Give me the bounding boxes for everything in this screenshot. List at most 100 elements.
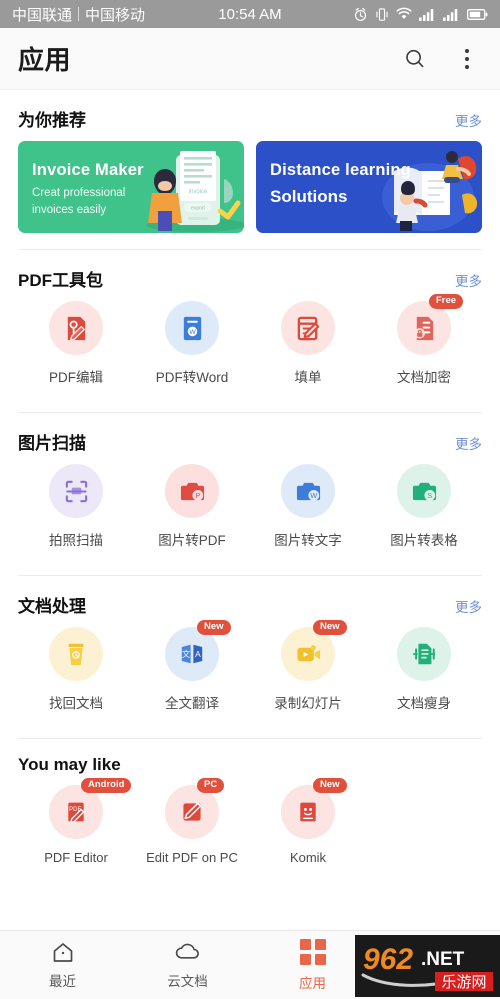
section-title: 文档处理 bbox=[18, 597, 86, 616]
banner-invoice-maker[interactable]: Invoice Maker Creat professional invoices… bbox=[18, 141, 244, 233]
section-more-link[interactable]: 更多 bbox=[455, 433, 482, 453]
image-to-text-icon: W bbox=[281, 464, 335, 518]
section-recommended: 为你推荐 更多 Invoice Maker Creat professional… bbox=[0, 90, 500, 239]
banner-carousel: Invoice Maker Creat professional invoices… bbox=[18, 141, 482, 239]
cloud-icon bbox=[175, 943, 199, 959]
fill-form-icon bbox=[281, 301, 335, 355]
app-item-komik[interactable]: New Komik bbox=[250, 778, 366, 865]
carrier-group: 中国联通 中国移动 bbox=[12, 4, 145, 25]
app-item-label: Edit PDF on PC bbox=[146, 850, 238, 865]
wifi-icon bbox=[396, 7, 412, 20]
app-grid: 拍照扫描 P 图片转PDF W 图片转文字 S 图片转表格 bbox=[18, 464, 482, 565]
tab-recent[interactable]: 最近 bbox=[0, 941, 125, 990]
app-item-pdf-to-word[interactable]: W PDF转Word bbox=[134, 301, 250, 386]
section-title: 为你推荐 bbox=[18, 111, 86, 130]
app-item-document-encrypt[interactable]: Free 文档加密 bbox=[366, 294, 482, 386]
app-grid: 找回文档 文A New 全文翻译 New 录制幻灯片 文档瘦身 bbox=[18, 620, 482, 728]
signal-icon bbox=[419, 8, 434, 21]
section-title: 图片扫描 bbox=[18, 434, 86, 453]
app-item-image-to-pdf[interactable]: P 图片转PDF bbox=[134, 464, 250, 549]
battery-icon bbox=[467, 8, 488, 20]
icon-wrapper: S bbox=[397, 464, 451, 518]
app-bar: 应用 bbox=[0, 28, 500, 90]
icon-wrapper: 文A New bbox=[165, 620, 231, 681]
svg-text:invoice: invoice bbox=[189, 189, 208, 195]
app-item-edit-pdf-on-pc[interactable]: PC Edit PDF on PC bbox=[134, 778, 250, 865]
section-image-scan: 图片扫描 更多 拍照扫描 P 图片转PDF W 图片转文字 S 图片转表格 bbox=[0, 413, 500, 565]
watermark-net: .NET bbox=[421, 949, 465, 970]
item-badge: New bbox=[313, 778, 347, 793]
app-item-compress-document[interactable]: 文档瘦身 bbox=[366, 627, 482, 712]
status-bar: 中国联通 中国移动 10:54 AM bbox=[0, 0, 500, 28]
icon-wrapper: New bbox=[281, 620, 347, 681]
app-item-label: 拍照扫描 bbox=[49, 533, 103, 548]
app-item-recover-document[interactable]: 找回文档 bbox=[18, 627, 134, 712]
app-item-label: 文档瘦身 bbox=[397, 696, 451, 711]
section-more-link[interactable]: 更多 bbox=[455, 110, 482, 130]
svg-text:export: export bbox=[191, 206, 206, 212]
app-item-translate[interactable]: 文A New 全文翻译 bbox=[134, 620, 250, 712]
apps-grid-icon bbox=[299, 938, 326, 965]
app-item-fill-form[interactable]: 填单 bbox=[250, 301, 366, 386]
tab-label: 最近 bbox=[49, 973, 76, 989]
app-item-label: PDF编辑 bbox=[49, 370, 103, 385]
app-item-label: 图片转PDF bbox=[158, 533, 226, 548]
app-item-label: 找回文档 bbox=[49, 696, 103, 711]
recover-document-icon bbox=[49, 627, 103, 681]
app-item-pdf-editor[interactable]: PDF Android PDF Editor bbox=[18, 778, 134, 865]
app-item-label: 图片转文字 bbox=[274, 533, 342, 548]
scan-photo-icon bbox=[49, 464, 103, 518]
document-encrypt-icon bbox=[397, 301, 451, 355]
carrier-1-label: 中国联通 bbox=[12, 6, 73, 24]
app-item-label: 文档加密 bbox=[397, 370, 451, 385]
search-button[interactable] bbox=[400, 44, 430, 74]
app-item-label: Komik bbox=[289, 850, 327, 865]
app-item-label: 填单 bbox=[294, 370, 322, 385]
svg-text:W: W bbox=[310, 490, 317, 499]
icon-wrapper: PC bbox=[165, 778, 225, 839]
watermark-962: 962 bbox=[363, 943, 413, 976]
overflow-menu-button[interactable] bbox=[452, 44, 482, 74]
app-item-label: 全文翻译 bbox=[165, 696, 219, 711]
item-badge: Free bbox=[429, 294, 464, 309]
pdf-editor-app-icon: PDF bbox=[49, 785, 103, 839]
item-badge: New bbox=[313, 620, 347, 635]
app-grid: PDF Android PDF Editor PC Edit PDF on PC bbox=[18, 778, 482, 881]
section-more-link[interactable]: 更多 bbox=[455, 596, 482, 616]
section-title: You may like bbox=[18, 755, 121, 774]
site-watermark: 962 .NET 乐游网 bbox=[355, 935, 500, 997]
icon-wrapper bbox=[49, 464, 103, 518]
icon-wrapper: PDF Android bbox=[49, 778, 132, 839]
app-item-pdf-edit[interactable]: PDF编辑 bbox=[18, 301, 134, 386]
more-vertical-icon bbox=[465, 48, 469, 69]
pdf-to-word-icon: W bbox=[165, 301, 219, 355]
app-item-label: 录制幻灯片 bbox=[274, 696, 342, 711]
svg-text:S: S bbox=[427, 490, 432, 499]
image-to-pdf-icon: P bbox=[165, 464, 219, 518]
icon-wrapper bbox=[49, 627, 103, 681]
record-slides-icon bbox=[281, 627, 335, 681]
app-item-label: PDF转Word bbox=[155, 370, 229, 385]
app-bar-actions bbox=[400, 44, 482, 74]
section-more-link[interactable]: 更多 bbox=[455, 270, 482, 290]
section-header: 文档处理 更多 bbox=[18, 576, 482, 627]
app-item-scan-photo[interactable]: 拍照扫描 bbox=[18, 464, 134, 549]
tab-cloud-documents[interactable]: 云文档 bbox=[125, 941, 250, 990]
edit-pdf-pc-icon bbox=[165, 785, 219, 839]
section-header: 图片扫描 更多 bbox=[18, 413, 482, 464]
carrier-2-label: 中国移动 bbox=[85, 6, 146, 24]
item-badge: Android bbox=[81, 778, 132, 793]
app-grid: PDF编辑 W PDF转Word 填单 Free 文档加密 bbox=[18, 294, 482, 402]
alarm-icon bbox=[354, 7, 367, 21]
app-item-record-slides[interactable]: New 录制幻灯片 bbox=[250, 620, 366, 712]
app-item-image-to-text[interactable]: W 图片转文字 bbox=[250, 464, 366, 549]
app-item-label: PDF Editor bbox=[44, 850, 108, 865]
icon-wrapper bbox=[397, 627, 451, 681]
icon-wrapper: Free bbox=[397, 294, 464, 355]
item-badge: PC bbox=[197, 778, 225, 793]
carrier-divider bbox=[78, 7, 80, 21]
banner-text: Distance learning Solutions bbox=[270, 161, 411, 207]
tab-label: 云文档 bbox=[167, 973, 208, 989]
banner-distance-learning[interactable]: Distance learning Solutions bbox=[256, 141, 482, 233]
app-item-image-to-table[interactable]: S 图片转表格 bbox=[366, 464, 482, 549]
